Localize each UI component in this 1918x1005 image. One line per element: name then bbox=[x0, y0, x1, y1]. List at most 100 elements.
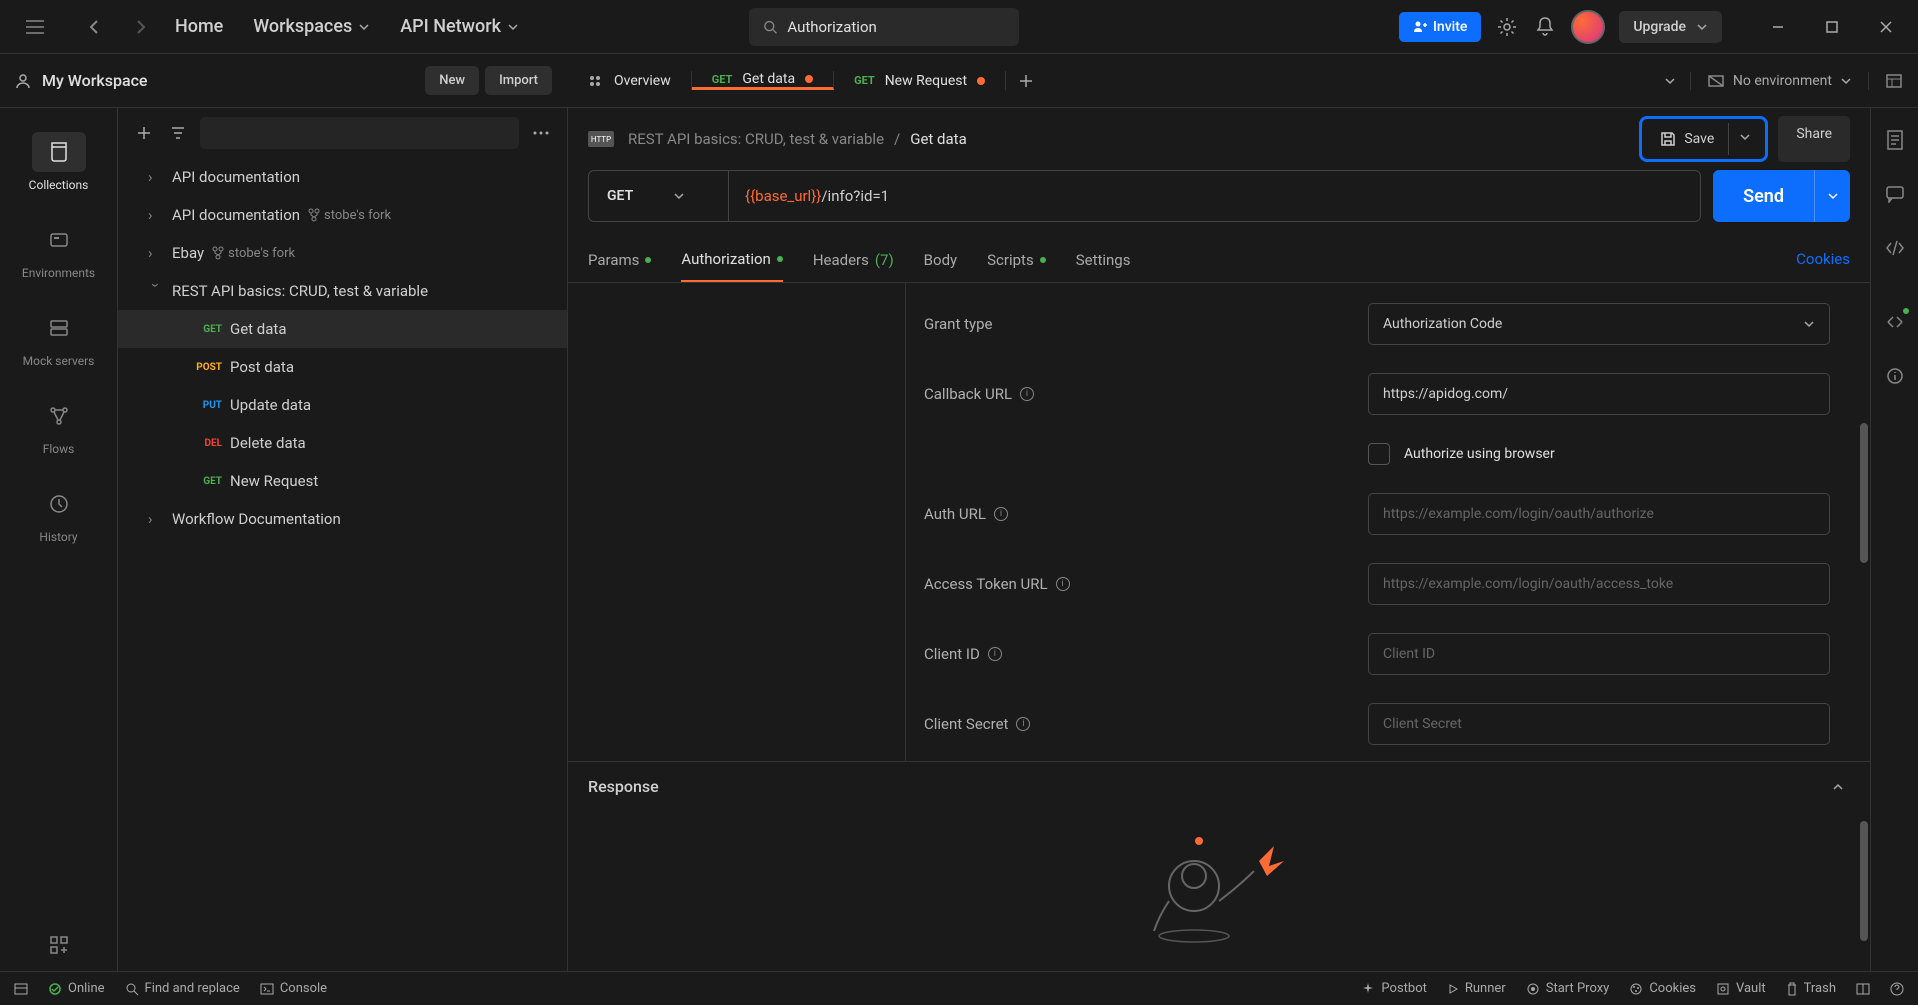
tree-request[interactable]: GET New Request bbox=[118, 462, 567, 500]
right-rail-info-icon[interactable] bbox=[1883, 364, 1907, 388]
tab-overflow-button[interactable] bbox=[1650, 71, 1690, 90]
subtab-settings[interactable]: Settings bbox=[1076, 238, 1131, 282]
hamburger-menu-icon[interactable] bbox=[20, 12, 50, 42]
sidebar-filter-button[interactable] bbox=[166, 121, 190, 145]
status-panel-icon[interactable] bbox=[14, 983, 28, 995]
status-start-proxy[interactable]: Start Proxy bbox=[1526, 981, 1610, 996]
window-maximize-icon[interactable] bbox=[1820, 15, 1844, 39]
tab-new-request[interactable]: GET New Request bbox=[834, 71, 1006, 90]
callback-url-input[interactable] bbox=[1383, 386, 1815, 402]
rail-environments[interactable]: Environments bbox=[0, 206, 117, 294]
tree-folder[interactable]: › Workflow Documentation bbox=[118, 500, 567, 538]
right-rail-comments-icon[interactable] bbox=[1883, 182, 1907, 206]
workspace-name[interactable]: My Workspace bbox=[14, 71, 148, 90]
tree-request[interactable]: GET Get data bbox=[118, 310, 567, 348]
global-search-input[interactable] bbox=[787, 18, 1005, 36]
chevron-down-icon bbox=[1803, 318, 1815, 330]
status-console[interactable]: Console bbox=[260, 981, 327, 996]
info-icon[interactable]: i bbox=[1020, 387, 1034, 401]
tree-folder[interactable]: › REST API basics: CRUD, test & variable bbox=[118, 272, 567, 310]
send-dropdown-button[interactable] bbox=[1814, 170, 1850, 222]
tab-overview[interactable]: Overview bbox=[566, 71, 692, 90]
info-icon[interactable]: i bbox=[988, 647, 1002, 661]
status-vault[interactable]: Vault bbox=[1716, 981, 1766, 996]
api-network-nav[interactable]: API Network bbox=[400, 16, 519, 37]
invite-button[interactable]: Invite bbox=[1399, 12, 1481, 42]
status-find-replace[interactable]: Find and replace bbox=[125, 981, 240, 996]
env-quick-look[interactable] bbox=[1868, 72, 1918, 90]
status-cookies[interactable]: Cookies bbox=[1629, 981, 1696, 996]
subtab-authorization[interactable]: Authorization bbox=[681, 238, 782, 282]
status-two-pane-icon[interactable] bbox=[1856, 981, 1870, 996]
scrollbar-thumb[interactable] bbox=[1860, 821, 1868, 941]
status-online[interactable]: Online bbox=[48, 981, 105, 996]
save-dropdown-button[interactable] bbox=[1728, 123, 1761, 155]
authorize-browser-checkbox[interactable] bbox=[1368, 443, 1390, 465]
scrollbar-thumb[interactable] bbox=[1860, 423, 1868, 563]
share-button[interactable]: Share bbox=[1778, 116, 1850, 162]
save-button[interactable]: Save bbox=[1646, 123, 1728, 155]
back-button[interactable] bbox=[80, 12, 110, 42]
tree-request[interactable]: POST Post data bbox=[118, 348, 567, 386]
client-id-input[interactable] bbox=[1383, 646, 1815, 662]
sidebar-more-button[interactable] bbox=[529, 121, 553, 145]
subtab-scripts[interactable]: Scripts bbox=[987, 238, 1046, 282]
settings-icon[interactable] bbox=[1495, 15, 1519, 39]
subtab-headers[interactable]: Headers (7) bbox=[813, 238, 894, 282]
fork-badge: stobe's fork bbox=[308, 208, 391, 223]
environment-selector[interactable]: No environment bbox=[1690, 72, 1868, 90]
no-env-icon bbox=[1707, 72, 1725, 90]
auth-url-input[interactable] bbox=[1383, 506, 1815, 522]
status-runner[interactable]: Runner bbox=[1447, 981, 1506, 996]
breadcrumb-parent[interactable]: REST API basics: CRUD, test & variable bbox=[628, 130, 884, 148]
tree-request[interactable]: DEL Delete data bbox=[118, 424, 567, 462]
home-nav[interactable]: Home bbox=[175, 16, 223, 37]
workspaces-nav[interactable]: Workspaces bbox=[253, 16, 370, 37]
access-token-url-input[interactable] bbox=[1383, 576, 1815, 592]
rail-history[interactable]: History bbox=[0, 470, 117, 558]
sidebar-add-button[interactable] bbox=[132, 121, 156, 145]
status-postbot[interactable]: Postbot bbox=[1361, 981, 1426, 996]
info-icon[interactable]: i bbox=[994, 507, 1008, 521]
info-icon[interactable]: i bbox=[1056, 577, 1070, 591]
response-expand-button[interactable] bbox=[1826, 775, 1850, 799]
status-help-icon[interactable] bbox=[1890, 981, 1904, 996]
unsaved-dot-icon bbox=[977, 77, 985, 85]
import-button[interactable]: Import bbox=[485, 66, 552, 95]
window-close-icon[interactable] bbox=[1874, 15, 1898, 39]
upgrade-button[interactable]: Upgrade bbox=[1619, 11, 1722, 43]
status-trash[interactable]: Trash bbox=[1786, 981, 1836, 996]
tree-request[interactable]: PUT Update data bbox=[118, 386, 567, 424]
tab-get-data[interactable]: GET Get data bbox=[692, 71, 834, 90]
forward-button[interactable] bbox=[125, 12, 155, 42]
access-token-url-label: Access Token URL i bbox=[924, 575, 1368, 593]
send-button[interactable]: Send bbox=[1713, 170, 1814, 222]
user-avatar[interactable] bbox=[1571, 10, 1605, 44]
rail-configure-icon[interactable] bbox=[47, 933, 71, 957]
right-rail-docs-icon[interactable] bbox=[1883, 128, 1907, 152]
notifications-icon[interactable] bbox=[1533, 15, 1557, 39]
grant-type-select[interactable]: Authorization Code bbox=[1368, 303, 1830, 345]
method-selector[interactable]: GET bbox=[589, 171, 729, 221]
tree-folder[interactable]: › API documentation stobe's fork bbox=[118, 196, 567, 234]
right-rail-related-icon[interactable] bbox=[1883, 310, 1907, 334]
global-search[interactable] bbox=[749, 8, 1019, 46]
url-input[interactable]: {{base_url}}/info?id=1 bbox=[729, 171, 1700, 221]
new-tab-button[interactable] bbox=[1006, 71, 1046, 90]
window-minimize-icon[interactable] bbox=[1766, 15, 1790, 39]
sidebar-search[interactable] bbox=[200, 117, 519, 149]
tree-folder[interactable]: › API documentation bbox=[118, 158, 567, 196]
rail-collections[interactable]: Collections bbox=[0, 118, 117, 206]
rail-flows[interactable]: Flows bbox=[0, 382, 117, 470]
chevron-down-icon bbox=[507, 21, 519, 33]
tree-folder[interactable]: › Ebay stobe's fork bbox=[118, 234, 567, 272]
new-button[interactable]: New bbox=[425, 66, 479, 95]
rail-mock-servers[interactable]: Mock servers bbox=[0, 294, 117, 382]
right-rail-code-icon[interactable] bbox=[1883, 236, 1907, 260]
trash-icon bbox=[1786, 982, 1798, 996]
info-icon[interactable]: i bbox=[1016, 717, 1030, 731]
subtab-body[interactable]: Body bbox=[924, 238, 957, 282]
subtab-params[interactable]: Params bbox=[588, 238, 651, 282]
client-secret-input[interactable] bbox=[1383, 716, 1815, 732]
cookies-link[interactable]: Cookies bbox=[1796, 238, 1850, 282]
